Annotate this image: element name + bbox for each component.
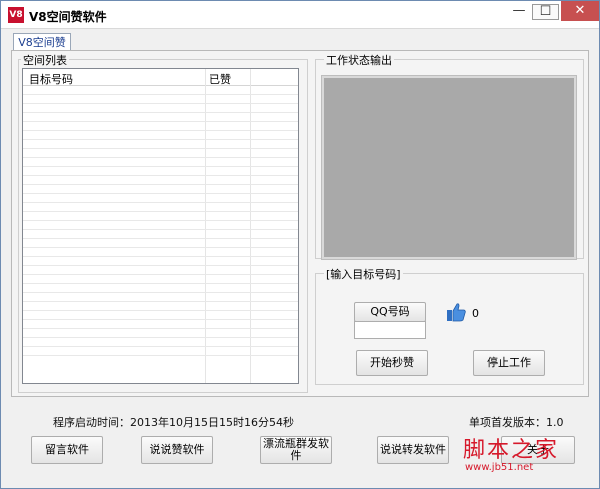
tab-v8-space-like[interactable]: V8空间赞 (13, 33, 71, 51)
list-item[interactable] (23, 113, 298, 122)
status-output-group: 工作状态输出 (315, 52, 584, 260)
list-item[interactable] (23, 329, 298, 338)
list-item[interactable] (23, 149, 298, 158)
maximize-button[interactable]: ☐ (532, 4, 559, 20)
list-item[interactable] (23, 239, 298, 248)
qq-number-label: QQ号码 (354, 302, 426, 322)
column-header-target[interactable]: 目标号码 (29, 71, 73, 87)
status-output-group-label: 工作状态输出 (324, 52, 394, 68)
close-button[interactable]: ✕ (561, 1, 599, 21)
list-item[interactable] (23, 167, 298, 176)
list-rows (23, 86, 298, 356)
app-window: V8 V8空间赞软件 — ☐ ✕ V8空间赞 空间列表 目标号码 已赞 工作状态… (0, 0, 600, 489)
list-item[interactable] (23, 185, 298, 194)
list-item[interactable] (23, 203, 298, 212)
shuoshuo-forward-software-button[interactable]: 说说转发软件 (377, 436, 449, 464)
list-item[interactable] (23, 221, 298, 230)
list-item[interactable] (23, 131, 298, 140)
list-item[interactable] (23, 302, 298, 311)
list-item[interactable] (23, 347, 298, 356)
target-input-group: [输入目标号码] QQ号码 0 开始秒赞 停止工作 (315, 266, 584, 385)
list-item[interactable] (23, 257, 298, 266)
list-item[interactable] (23, 104, 298, 113)
qq-number-input[interactable] (354, 321, 426, 339)
list-item[interactable] (23, 158, 298, 167)
watermark-url: www.jb51.net (465, 462, 534, 473)
message-software-button[interactable]: 留言软件 (31, 436, 103, 464)
list-item[interactable] (23, 86, 298, 95)
list-item[interactable] (23, 338, 298, 347)
stop-work-button[interactable]: 停止工作 (473, 350, 545, 376)
target-input-group-label: [输入目标号码] (324, 266, 403, 282)
thumbs-up-icon[interactable] (445, 301, 467, 323)
status-output-box (321, 75, 577, 260)
column-header-liked[interactable]: 已赞 (209, 71, 231, 87)
list-item[interactable] (23, 140, 298, 149)
list-item[interactable] (23, 212, 298, 221)
window-title: V8空间赞软件 (29, 10, 107, 24)
space-list-group: 空间列表 目标号码 已赞 (18, 52, 308, 393)
program-start-time: 程序启动时间：2013年10月15日15时16分54秒 (53, 416, 294, 429)
list-item[interactable] (23, 266, 298, 275)
shuoshuo-like-software-button[interactable]: 说说赞软件 (141, 436, 213, 464)
tab-panel: 空间列表 目标号码 已赞 工作状态输出 [输入目标号码] QQ号码 0 开始秒赞… (11, 50, 589, 397)
list-item[interactable] (23, 95, 298, 104)
list-item[interactable] (23, 230, 298, 239)
list-item[interactable] (23, 320, 298, 329)
minimize-button[interactable]: — (506, 1, 532, 21)
version-label: 单项首发版本：1.0 (469, 416, 564, 429)
watermark-text: 脚本之家 (463, 438, 560, 463)
like-count: 0 (472, 307, 479, 320)
start-like-button[interactable]: 开始秒赞 (356, 350, 428, 376)
list-item[interactable] (23, 122, 298, 131)
list-item[interactable] (23, 248, 298, 257)
space-list[interactable]: 目标号码 已赞 (22, 68, 299, 384)
bottle-broadcast-software-button[interactable]: 漂流瓶群发软件 (260, 436, 332, 464)
list-item[interactable] (23, 311, 298, 320)
space-list-group-label: 空间列表 (21, 52, 69, 68)
list-item[interactable] (23, 275, 298, 284)
list-item[interactable] (23, 194, 298, 203)
watermark: 脚本之家 www.jb51.net (463, 432, 593, 482)
list-item[interactable] (23, 284, 298, 293)
app-icon: V8 (8, 7, 24, 23)
list-header: 目标号码 已赞 (23, 69, 298, 86)
title-bar: V8 V8空间赞软件 — ☐ ✕ (1, 1, 599, 29)
list-item[interactable] (23, 293, 298, 302)
list-item[interactable] (23, 176, 298, 185)
